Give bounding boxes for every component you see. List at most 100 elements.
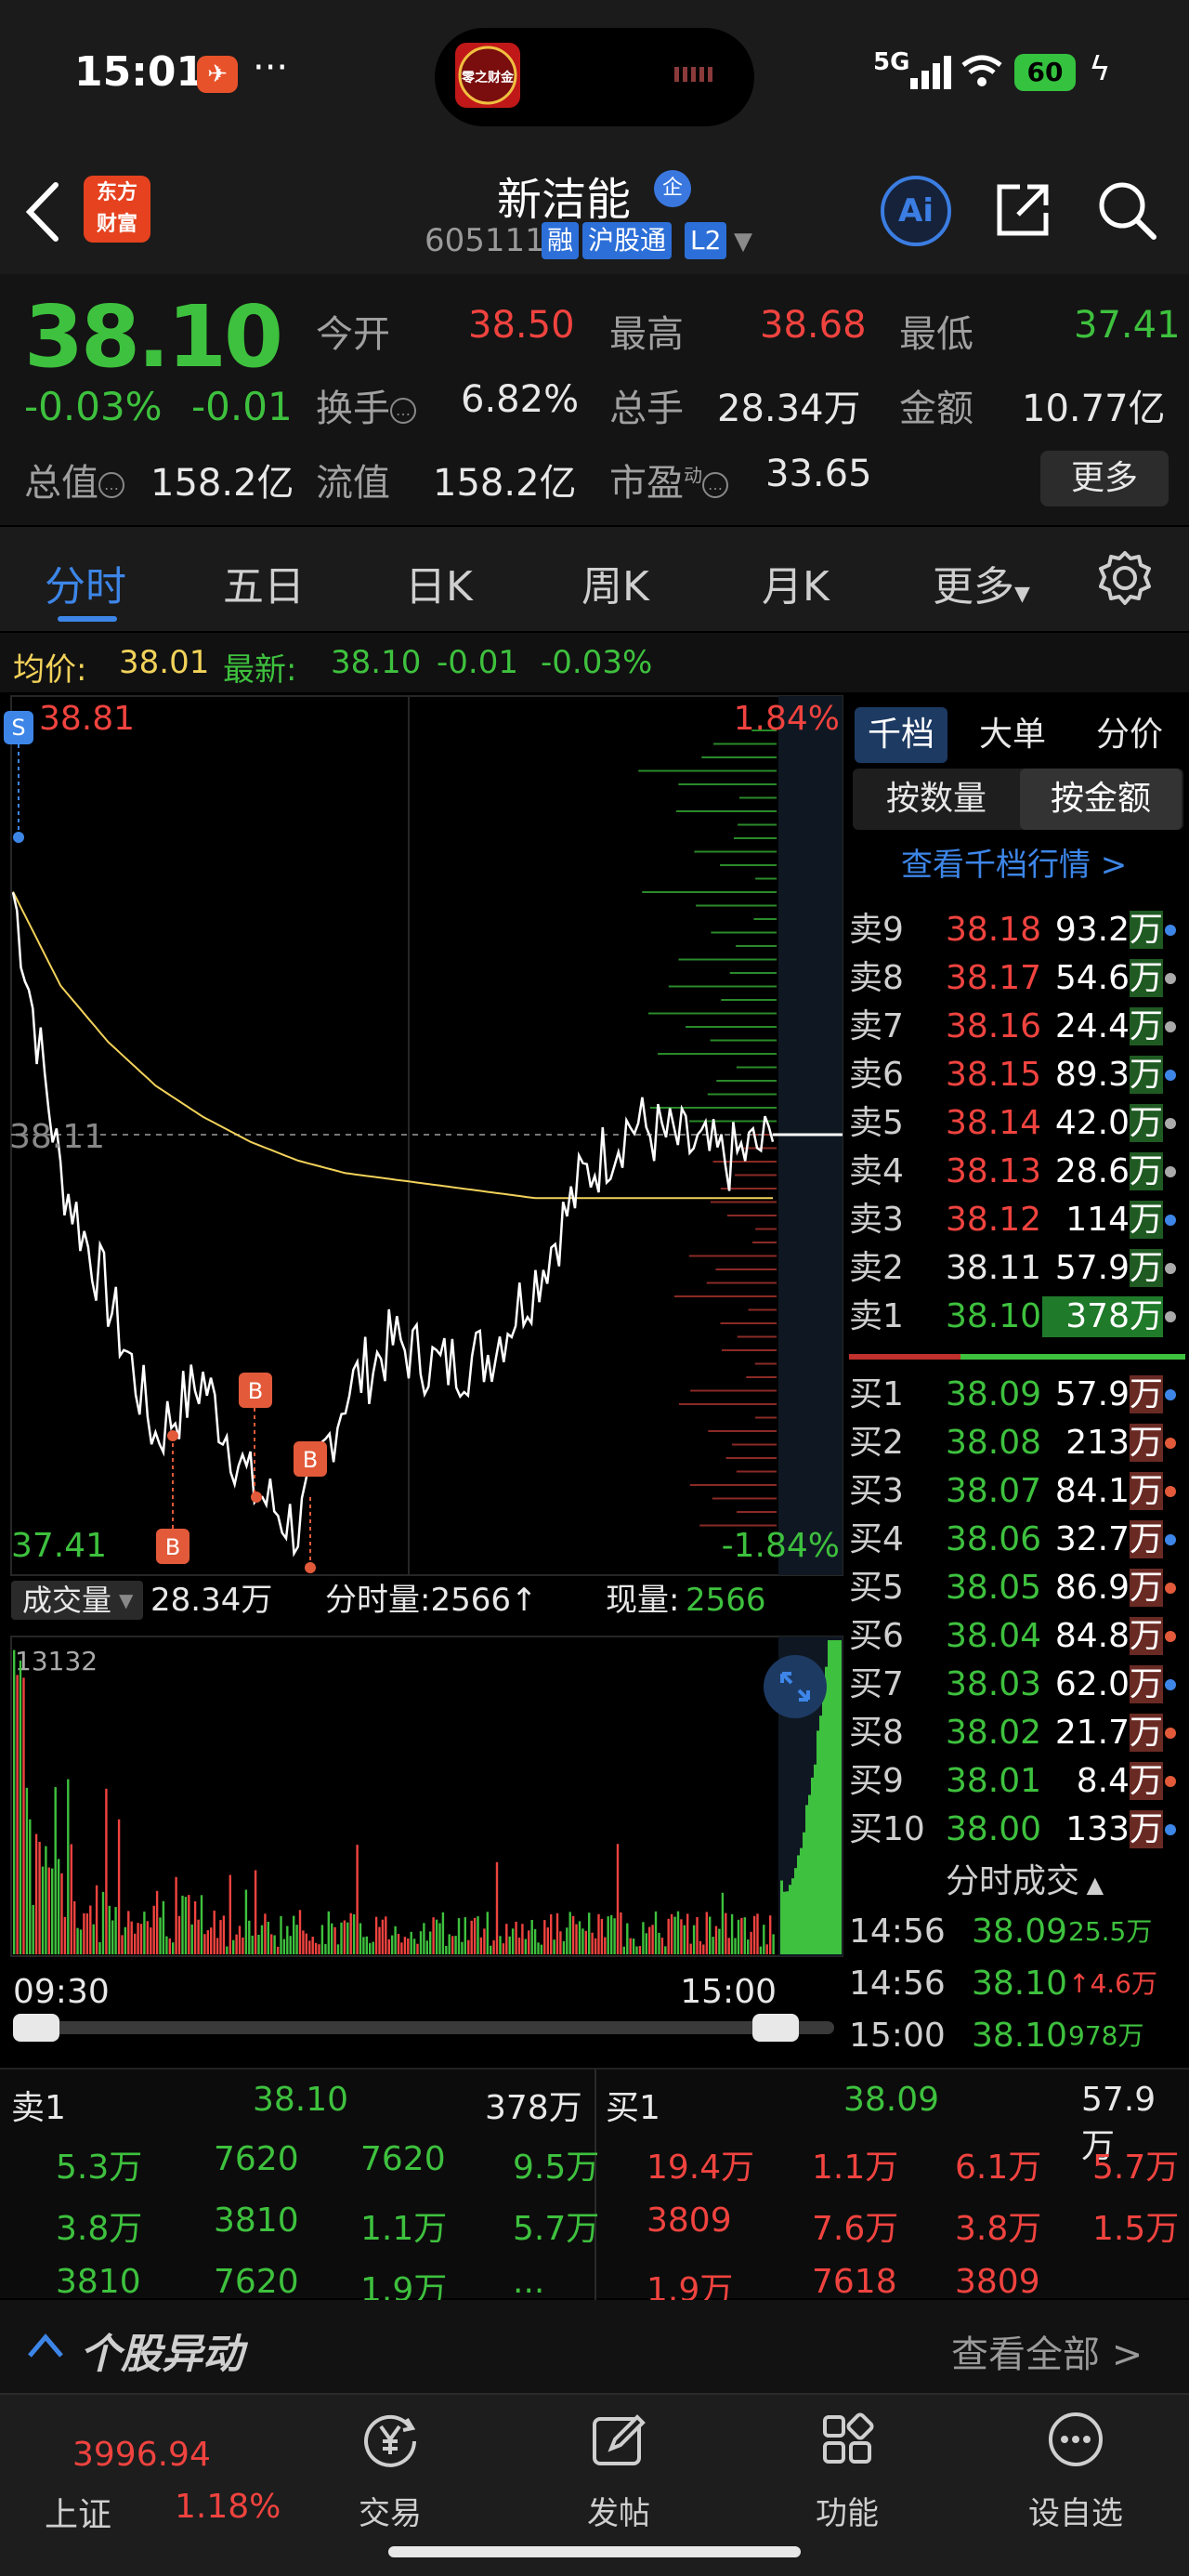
volume-bar (473, 1917, 477, 1954)
index-name[interactable]: 上证 (45, 2488, 111, 2536)
tab-monthly-k[interactable]: 月K (762, 553, 830, 612)
expand-button[interactable] (764, 1655, 827, 1718)
volume-bar (555, 1912, 559, 1954)
ask-row[interactable]: 卖1 38.10 378万 (845, 1293, 1189, 1341)
volume-bar (251, 1935, 254, 1954)
volume-bar (622, 1946, 625, 1954)
back-button[interactable] (22, 179, 63, 248)
bid-row[interactable]: 买7 38.03 62.0万 (845, 1661, 1189, 1709)
ask-row[interactable]: 卖7 38.16 24.4万 (845, 1003, 1189, 1051)
nav-trade[interactable]: 交易 (316, 2414, 464, 2533)
closing-volume-bar (783, 1891, 786, 1954)
bid-row[interactable]: 买5 38.05 86.9万 (845, 1564, 1189, 1612)
level-volume: 89.3万 (1054, 1056, 1163, 1094)
volume-bar (184, 1897, 188, 1954)
queue-cell: ... (513, 2263, 545, 2301)
latest-percent: -0.03% (541, 644, 653, 681)
tab-depth[interactable]: 千档 (855, 707, 947, 763)
stock-alerts-bar[interactable]: 个股异动 查看全部 > (0, 2300, 1189, 2393)
tab-more[interactable]: 更多▼ (933, 553, 1030, 612)
volume-bar (483, 1928, 486, 1954)
nav-watchlist[interactable]: 设自选 (1001, 2412, 1150, 2533)
bid-depth-bar (690, 1389, 777, 1392)
volume-bar (267, 1922, 269, 1954)
ask-depth-bar (711, 931, 777, 934)
bid-row[interactable]: 买6 38.04 84.8万 (845, 1612, 1189, 1661)
volume-bar (432, 1917, 435, 1954)
ask-row[interactable]: 卖9 38.18 93.2万 (845, 906, 1189, 954)
ask-row[interactable]: 卖8 38.17 54.6万 (845, 954, 1189, 1003)
chevron-down-icon[interactable]: ▼ (734, 228, 752, 256)
volume-bar (83, 1912, 85, 1954)
volume-bar (747, 1939, 750, 1954)
ticks-title[interactable]: 分时成交 ▲ (946, 1854, 1104, 1902)
search-icon[interactable] (1096, 179, 1157, 241)
view-all-link[interactable]: 查看全部 > (951, 2324, 1143, 2378)
tab-intraday[interactable]: 分时 (45, 553, 126, 612)
volume-bar (197, 1919, 200, 1954)
bid-row[interactable]: 买10 38.00 133万 (845, 1806, 1189, 1854)
gear-icon[interactable] (1096, 549, 1154, 607)
info-icon[interactable]: … (702, 472, 728, 498)
tab-price-distribution[interactable]: 分价 (1083, 707, 1176, 763)
volume-bar (632, 1939, 635, 1954)
level-label: 卖5 (849, 1104, 904, 1142)
volume-bar (152, 1905, 155, 1954)
ai-button[interactable]: Ai (881, 176, 951, 246)
yen-icon (364, 2414, 416, 2467)
index-percent[interactable]: 1.18% (175, 2488, 281, 2526)
bid-row[interactable]: 买4 38.06 32.7万 (845, 1516, 1189, 1564)
volume-bar (559, 1931, 562, 1954)
share-icon[interactable] (994, 181, 1052, 239)
tab-big-orders[interactable]: 大单 (966, 707, 1059, 763)
closing-volume-bar (794, 1868, 797, 1954)
ask-depth-bar (701, 756, 777, 758)
volume-bar (651, 1925, 654, 1954)
bid-depth-bar (726, 1215, 777, 1216)
bid-row[interactable]: 买1 38.09 57.9万 (845, 1371, 1189, 1419)
volume-bar (352, 1914, 356, 1954)
bid-depth-bar (708, 1430, 777, 1432)
ask-depth-bar (720, 864, 777, 866)
high-value: 38.68 (760, 304, 867, 347)
bid-depth-bar (725, 1457, 777, 1459)
info-icon[interactable]: … (390, 398, 416, 424)
range-track[interactable] (13, 2021, 834, 2034)
ask-row[interactable]: 卖3 38.12 114万 (845, 1196, 1189, 1244)
range-handle-left[interactable] (13, 2014, 59, 2042)
level-dot-icon (1165, 973, 1176, 984)
toggle-by-amount[interactable]: 按金额 (1020, 769, 1182, 830)
intraday-chart[interactable]: S B B B 38.81 38.11 37.41 1.84% -1.84% 成… (0, 692, 845, 2070)
alerts-title: 个股异动 (80, 2331, 243, 2378)
nav-functions[interactable]: 功能 (773, 2412, 921, 2533)
tab-five-day[interactable]: 五日 (223, 553, 305, 612)
volume-bar (515, 1921, 517, 1954)
level-dot-icon (1165, 1583, 1176, 1594)
volume-bar (676, 1911, 680, 1954)
volume-bar (752, 1915, 756, 1954)
volume-bar (276, 1946, 280, 1954)
tab-daily-k[interactable]: 日K (405, 553, 473, 612)
more-button[interactable]: 更多 (1040, 451, 1169, 506)
ask-row[interactable]: 卖2 38.11 57.9万 (845, 1244, 1189, 1293)
range-handle-right[interactable] (752, 2014, 799, 2042)
bid-depth-bar (734, 1174, 777, 1176)
tab-weekly-k[interactable]: 周K (581, 553, 649, 612)
info-icon[interactable]: … (98, 472, 124, 498)
closing-volume-bar (822, 1689, 825, 1954)
volume-bar (410, 1931, 412, 1954)
toggle-by-quantity[interactable]: 按数量 (855, 769, 1018, 830)
queue-cell: 1.5万 (1092, 2210, 1180, 2248)
bid-row[interactable]: 买9 38.01 8.4万 (845, 1757, 1189, 1806)
nav-post[interactable]: 发帖 (544, 2414, 693, 2533)
bid-row[interactable]: 买3 38.07 84.1万 (845, 1467, 1189, 1516)
ask-row[interactable]: 卖4 38.13 28.6万 (845, 1148, 1189, 1196)
index-value[interactable]: 3996.94 (72, 2436, 211, 2474)
tick-volume: ↑4.6万 (1068, 1968, 1157, 1999)
ask-row[interactable]: 卖5 38.14 42.0万 (845, 1099, 1189, 1148)
view-depth-link[interactable]: 查看千档行情 > (901, 839, 1127, 885)
volume-bar (98, 1942, 101, 1954)
ask-row[interactable]: 卖6 38.15 89.3万 (845, 1051, 1189, 1099)
bid-row[interactable]: 买2 38.08 213万 (845, 1419, 1189, 1467)
bid-row[interactable]: 买8 38.02 21.7万 (845, 1709, 1189, 1757)
